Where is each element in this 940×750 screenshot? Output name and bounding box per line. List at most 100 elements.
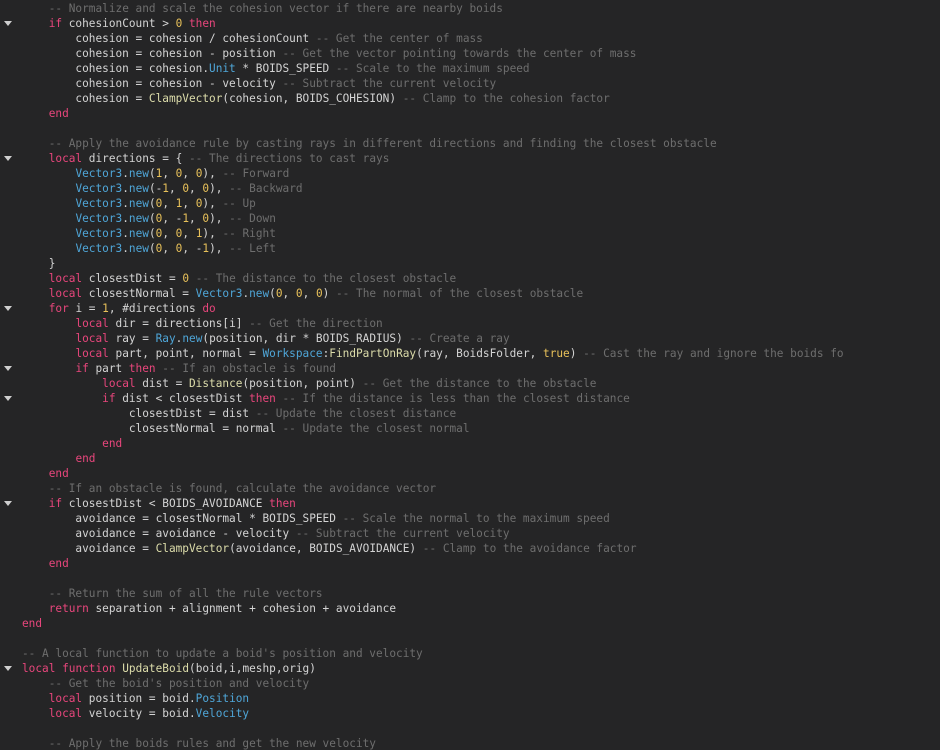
code-line[interactable]: } — [0, 256, 940, 271]
fold-arrow-icon[interactable] — [4, 366, 12, 371]
number-literal: 0 — [295, 287, 303, 300]
code-line[interactable]: Vector3.new(0, -1, 0), -- Down — [0, 211, 940, 226]
code-line[interactable]: local closestDist = 0 -- The distance to… — [0, 271, 940, 286]
comment: -- Create a ray — [409, 332, 510, 345]
code-text: . — [122, 227, 129, 240]
keyword: then — [128, 362, 156, 375]
code-text: ), — [209, 182, 230, 195]
code-line[interactable]: local dist = Distance(position, point) -… — [0, 376, 940, 391]
code-line[interactable]: if part then -- If an obstacle is found — [0, 361, 940, 376]
code-line[interactable]: local position = boid.Position — [0, 691, 940, 706]
code-line[interactable]: Vector3.new(-1, 0, 0), -- Backward — [0, 181, 940, 196]
fold-arrow-icon[interactable] — [4, 21, 12, 26]
code-line[interactable]: if closestDist < BOIDS_AVOIDANCE then — [0, 496, 940, 511]
code-line[interactable]: local velocity = boid.Velocity — [0, 706, 940, 721]
code-editor[interactable]: -- Normalize and scale the cohesion vect… — [0, 0, 940, 750]
comment: -- Get the direction — [249, 317, 383, 330]
code-line[interactable] — [0, 631, 940, 646]
keyword: end — [48, 467, 69, 480]
code-line[interactable]: end — [0, 616, 940, 631]
fold-arrow-icon[interactable] — [4, 666, 12, 671]
code-line[interactable]: Vector3.new(0, 0, 1), -- Right — [0, 226, 940, 241]
code-text: cohesionCount > — [62, 17, 176, 30]
code-line[interactable]: cohesion = ClampVector(cohesion, BOIDS_C… — [0, 91, 940, 106]
code-text: ), — [202, 167, 223, 180]
code-line[interactable]: avoidance = closestNormal * BOIDS_SPEED … — [0, 511, 940, 526]
code-line[interactable]: -- Get the boid's position and velocity — [0, 676, 940, 691]
fold-arrow-icon[interactable] — [4, 306, 12, 311]
keyword: local — [48, 272, 83, 285]
code-line[interactable]: closestDist = dist -- Update the closest… — [0, 406, 940, 421]
code-line[interactable]: avoidance = ClampVector(avoidance, BOIDS… — [0, 541, 940, 556]
code-line[interactable]: Vector3.new(0, 1, 0), -- Up — [0, 196, 940, 211]
code-content: local part, point, normal = Workspace:Fi… — [22, 346, 843, 361]
code-line[interactable]: cohesion = cohesion / cohesionCount -- G… — [0, 31, 940, 46]
code-line[interactable]: local directions = { -- The directions t… — [0, 151, 940, 166]
code-line[interactable]: cohesion = cohesion.Unit * BOIDS_SPEED -… — [0, 61, 940, 76]
code-line[interactable]: Vector3.new(0, 0, -1), -- Left — [0, 241, 940, 256]
code-line[interactable]: -- A local function to update a boid's p… — [0, 646, 940, 661]
code-text: cohesion = cohesion / cohesionCount — [22, 32, 316, 45]
code-line[interactable] — [0, 721, 940, 736]
code-line[interactable]: -- If an obstacle is found, calculate th… — [0, 481, 940, 496]
code-line[interactable] — [0, 121, 940, 136]
code-line[interactable]: local part, point, normal = Workspace:Fi… — [0, 346, 940, 361]
number-literal: 1 — [102, 302, 109, 315]
code-line[interactable]: cohesion = cohesion - velocity -- Subtra… — [0, 76, 940, 91]
code-line[interactable]: closestNormal = normal -- Update the clo… — [0, 421, 940, 436]
fold-arrow-icon[interactable] — [4, 501, 12, 506]
code-line[interactable]: local closestNormal = Vector3.new(0, 0, … — [0, 286, 940, 301]
function-name: UpdateBoid — [122, 662, 190, 675]
code-line[interactable]: end — [0, 436, 940, 451]
comment: -- Backward — [229, 182, 303, 195]
builtin: new — [128, 182, 149, 195]
code-line[interactable]: for i = 1, #directions do — [0, 301, 940, 316]
code-content: Vector3.new(0, 0, 1), -- Right — [22, 226, 275, 241]
code-line[interactable]: Vector3.new(1, 0, 0), -- Forward — [0, 166, 940, 181]
keyword: local — [75, 347, 109, 360]
comment: -- Up — [222, 197, 256, 210]
fold-arrow-icon[interactable] — [4, 156, 12, 161]
keyword: local — [48, 707, 83, 720]
code-line[interactable]: local dir = directions[i] -- Get the dir… — [0, 316, 940, 331]
comment: -- Return the sum of all the rule vector… — [48, 587, 323, 600]
code-line[interactable]: if cohesionCount > 0 then — [0, 16, 940, 31]
code-text: avoidance = avoidance - velocity — [22, 527, 296, 540]
code-line[interactable]: return separation + alignment + cohesion… — [0, 601, 940, 616]
code-line[interactable]: end — [0, 466, 940, 481]
code-text: . — [122, 167, 129, 180]
code-line[interactable]: cohesion = cohesion - position -- Get th… — [0, 46, 940, 61]
code-line[interactable]: -- Apply the boids rules and get the new… — [0, 736, 940, 750]
code-content: -- Normalize and scale the cohesion vect… — [22, 1, 503, 16]
code-line[interactable]: -- Apply the avoidance rule by casting r… — [0, 136, 940, 151]
code-text: ) — [322, 287, 336, 300]
code-text: . — [122, 242, 129, 255]
code-line[interactable]: -- Return the sum of all the rule vector… — [0, 586, 940, 601]
code-line[interactable] — [0, 571, 940, 586]
keyword: if — [48, 497, 63, 510]
code-line[interactable]: local ray = Ray.new(position, dir * BOID… — [0, 331, 940, 346]
code-text: , — [182, 197, 196, 210]
code-line[interactable]: end — [0, 451, 940, 466]
code-line[interactable]: if dist < closestDist then -- If the dis… — [0, 391, 940, 406]
code-line[interactable]: avoidance = avoidance - velocity -- Subt… — [0, 526, 940, 541]
code-line[interactable]: -- Normalize and scale the cohesion vect… — [0, 1, 940, 16]
code-text: (ray, BoidsFolder, — [416, 347, 544, 360]
fold-arrow-icon[interactable] — [4, 396, 12, 401]
code-line[interactable]: local function UpdateBoid(boid,i,meshp,o… — [0, 661, 940, 676]
comment: -- If an obstacle is found, calculate th… — [48, 482, 437, 495]
code-text: ( — [148, 167, 156, 180]
code-line[interactable]: end — [0, 106, 940, 121]
code-line[interactable]: end — [0, 556, 940, 571]
comment: -- Apply the avoidance rule by casting r… — [48, 137, 717, 150]
code-content: -- Apply the boids rules and get the new… — [22, 736, 376, 750]
comment: -- If an obstacle is found — [162, 362, 336, 375]
code-text: ( — [148, 227, 156, 240]
